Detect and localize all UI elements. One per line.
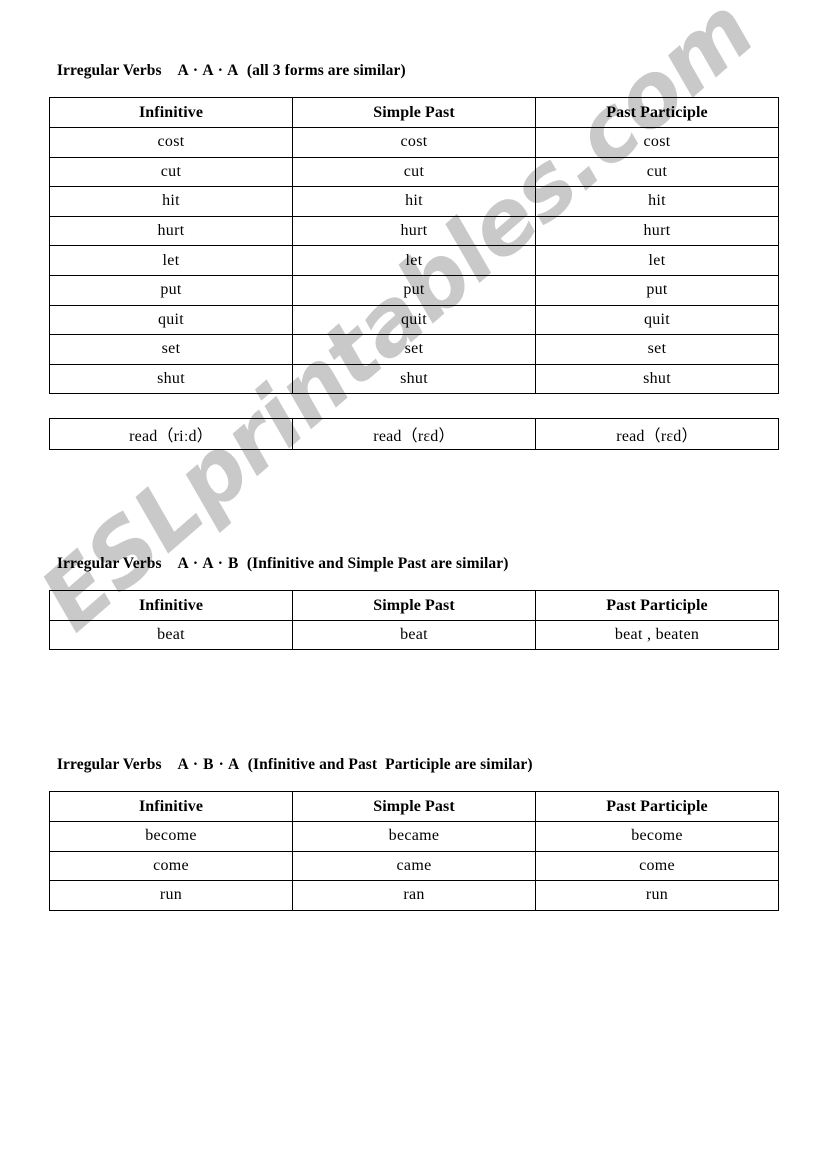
- table-row: hit hit hit: [49, 186, 779, 217]
- cell-past-participle: cut: [535, 156, 779, 188]
- table-row: hurt hurt hurt: [49, 215, 779, 247]
- column-header-infinitive: Infinitive: [49, 590, 293, 621]
- cell-simple-past: came: [292, 850, 536, 882]
- cell-past-participle: let: [535, 245, 779, 276]
- table-row: cut cut cut: [49, 156, 779, 188]
- cell-simple-past: cost: [292, 127, 536, 158]
- worksheet-page: ESLprintables.com Irregular Verbs A · A …: [0, 0, 826, 1169]
- column-header-simple-past: Simple Past: [292, 97, 536, 128]
- cell-simple-past: beat: [292, 620, 536, 650]
- section-note: (all 3 forms are similar): [246, 62, 406, 79]
- section-note: (Infinitive and Past Participle are simi…: [247, 756, 533, 773]
- cell-infinitive: hurt: [49, 215, 293, 247]
- verb-table-aaa: Infinitive Simple Past Past Participle c…: [49, 97, 779, 395]
- cell-infinitive: cost: [49, 127, 293, 158]
- table-header-row: Infinitive Simple Past Past Participle: [49, 590, 779, 621]
- cell-simple-past: let: [292, 245, 536, 276]
- cell-read-simple-past: read（rɛd）: [292, 418, 536, 450]
- section-heading-aaa: Irregular Verbs A · A · A (all 3 forms a…: [41, 44, 406, 98]
- cell-simple-past: quit: [292, 304, 536, 336]
- cell-past-participle: put: [535, 274, 779, 306]
- cell-infinitive: come: [49, 850, 293, 882]
- cell-infinitive: set: [49, 334, 293, 365]
- cell-past-participle: run: [535, 880, 779, 911]
- section-heading-aba: Irregular Verbs A · B · A (Infinitive an…: [41, 738, 533, 792]
- cell-infinitive: cut: [49, 156, 293, 188]
- cell-infinitive: let: [49, 245, 293, 276]
- column-header-infinitive: Infinitive: [49, 791, 293, 822]
- column-header-simple-past: Simple Past: [292, 590, 536, 621]
- cell-infinitive: put: [49, 274, 293, 306]
- cell-infinitive: beat: [49, 620, 293, 650]
- cell-past-participle: beat , beaten: [535, 620, 779, 650]
- table-row: beat beat beat , beaten: [49, 620, 779, 650]
- verb-table-aba: Infinitive Simple Past Past Participle b…: [49, 791, 779, 911]
- cell-infinitive: shut: [49, 363, 293, 395]
- table-row: come came come: [49, 850, 779, 882]
- cell-infinitive: become: [49, 821, 293, 852]
- section-code: A · B · A: [177, 756, 240, 773]
- table-row: cost cost cost: [49, 127, 779, 158]
- table-row: put put put: [49, 274, 779, 306]
- cell-infinitive: hit: [49, 186, 293, 217]
- verb-table-aab: Infinitive Simple Past Past Participle b…: [49, 590, 779, 650]
- cell-simple-past: set: [292, 334, 536, 365]
- cell-past-participle: come: [535, 850, 779, 882]
- verb-table-read: read（riːd） read（rɛd） read（rɛd）: [49, 418, 779, 450]
- cell-past-participle: shut: [535, 363, 779, 395]
- table-header-row: Infinitive Simple Past Past Participle: [49, 791, 779, 822]
- cell-simple-past: put: [292, 274, 536, 306]
- cell-simple-past: ran: [292, 880, 536, 911]
- section-title: Irregular Verbs: [56, 555, 162, 572]
- cell-past-participle: set: [535, 334, 779, 365]
- table-row: shut shut shut: [49, 363, 779, 395]
- table-header-row: Infinitive Simple Past Past Participle: [49, 97, 779, 128]
- cell-past-participle: cost: [535, 127, 779, 158]
- table-row: become became become: [49, 821, 779, 852]
- cell-simple-past: hit: [292, 186, 536, 217]
- cell-past-participle: hit: [535, 186, 779, 217]
- cell-simple-past: hurt: [292, 215, 536, 247]
- section-heading-aab: Irregular Verbs A · A · B (Infinitive an…: [41, 537, 509, 591]
- column-header-past-participle: Past Participle: [535, 590, 779, 621]
- table-row: quit quit quit: [49, 304, 779, 336]
- table-row: let let let: [49, 245, 779, 276]
- cell-read-past-participle: read（rɛd）: [535, 418, 779, 450]
- section-note: (Infinitive and Simple Past are similar): [246, 555, 509, 572]
- cell-infinitive: run: [49, 880, 293, 911]
- cell-simple-past: became: [292, 821, 536, 852]
- section-code: A · A · A: [177, 62, 239, 79]
- section-code: A · A · B: [177, 555, 239, 572]
- cell-infinitive: quit: [49, 304, 293, 336]
- cell-past-participle: hurt: [535, 215, 779, 247]
- cell-past-participle: quit: [535, 304, 779, 336]
- cell-simple-past: cut: [292, 156, 536, 188]
- column-header-infinitive: Infinitive: [49, 97, 293, 128]
- cell-read-infinitive: read（riːd）: [49, 418, 293, 450]
- table-row: set set set: [49, 334, 779, 365]
- table-row: run ran run: [49, 880, 779, 911]
- cell-past-participle: become: [535, 821, 779, 852]
- column-header-past-participle: Past Participle: [535, 97, 779, 128]
- section-title: Irregular Verbs: [56, 756, 162, 773]
- column-header-simple-past: Simple Past: [292, 791, 536, 822]
- table-row-read: read（riːd） read（rɛd） read（rɛd）: [49, 418, 779, 450]
- section-title: Irregular Verbs: [56, 62, 162, 79]
- column-header-past-participle: Past Participle: [535, 791, 779, 822]
- cell-simple-past: shut: [292, 363, 536, 395]
